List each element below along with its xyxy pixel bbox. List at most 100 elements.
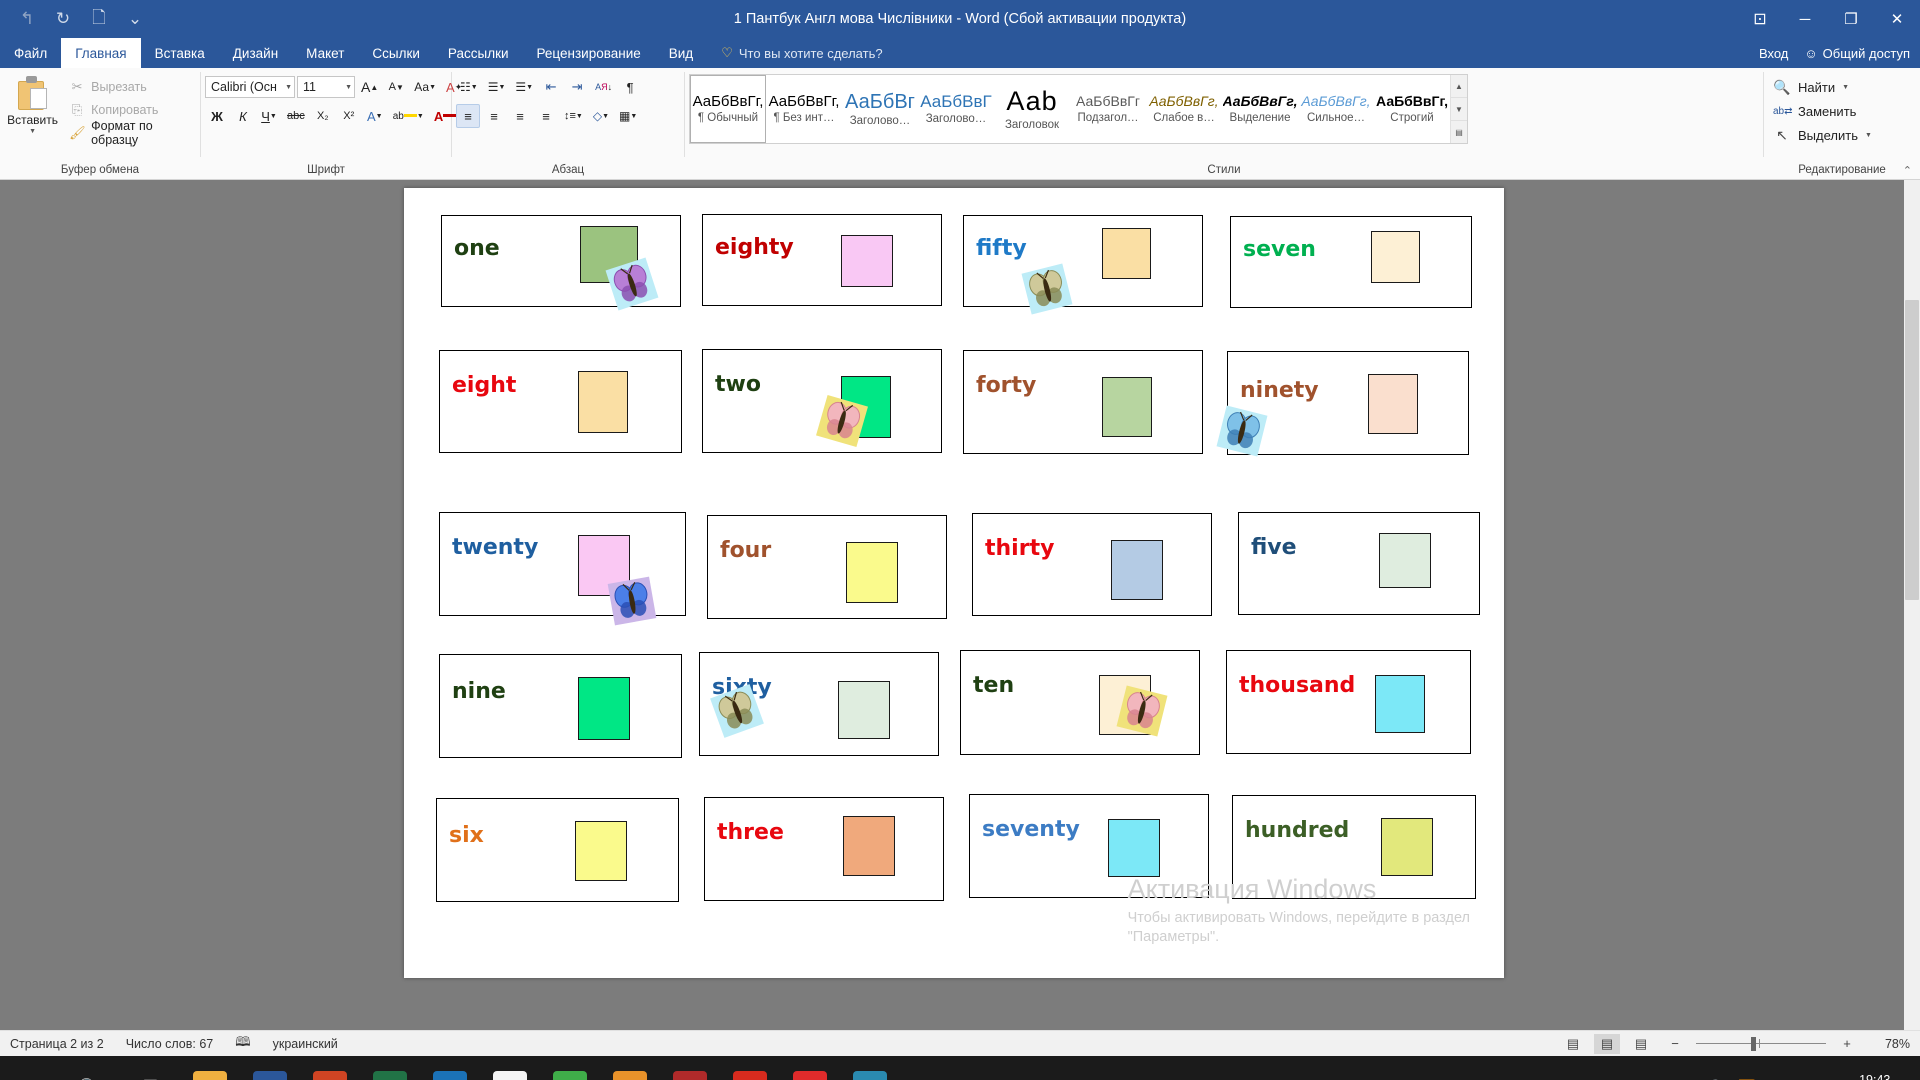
color-swatch[interactable] (843, 816, 895, 876)
zoom-slider-thumb[interactable] (1751, 1036, 1756, 1051)
taskbar-edge-legacy[interactable]: e (420, 1056, 480, 1080)
number-card[interactable]: seven (1230, 216, 1472, 308)
color-swatch[interactable] (846, 542, 898, 603)
butterfly-violet-icon[interactable] (605, 574, 658, 627)
bold-button[interactable]: Ж (205, 104, 229, 128)
style-item-1[interactable]: АаБбВвГг, ¶ Без инт… (766, 75, 842, 143)
increase-indent-button[interactable]: ⇥ (565, 75, 589, 99)
subscript-button[interactable]: X₂ (311, 104, 335, 128)
page-indicator[interactable]: Страница 2 из 2 (10, 1037, 104, 1051)
align-right-button[interactable]: ≡ (508, 104, 532, 128)
shrink-font-button[interactable]: A ▼ (384, 75, 408, 99)
color-swatch[interactable] (1375, 675, 1425, 733)
word-count[interactable]: Число слов: 67 (126, 1037, 214, 1051)
print-layout-button[interactable]: ▤ (1594, 1033, 1620, 1054)
clock[interactable]: 19:43 13.12.2023 (1843, 1072, 1906, 1080)
change-case-button[interactable]: Аа ▼ (410, 75, 440, 99)
ribbon-display-options-icon[interactable]: ⊡ (1738, 0, 1782, 38)
number-card[interactable]: five (1238, 512, 1480, 615)
tab-file[interactable]: Файл (0, 38, 62, 68)
scrollbar-thumb[interactable] (1905, 300, 1919, 600)
number-card[interactable]: four (707, 515, 947, 619)
style-item-8[interactable]: АаБбВвГг, Сильное… (1298, 75, 1374, 143)
share-button[interactable]: ☺ Общий доступ (1804, 46, 1910, 61)
style-item-2[interactable]: АаБбВг Заголово… (842, 75, 918, 143)
color-swatch[interactable] (1108, 819, 1160, 877)
select-button[interactable]: ↖ Выделить ▼ (1768, 124, 1877, 147)
copy-button[interactable]: ⎘ Копировать (65, 99, 196, 121)
cut-button[interactable]: ✂ Вырезать (65, 76, 196, 98)
proofing-errors-icon[interactable]: 🕮 (235, 1033, 250, 1055)
font-name-combo[interactable]: Calibri (Осн ▼ (205, 76, 295, 98)
text-highlight-color-button[interactable]: ab ▼ (389, 104, 428, 128)
style-item-9[interactable]: АаБбВвГг, Строгий (1374, 75, 1450, 143)
zoom-level[interactable]: 78% (1868, 1037, 1910, 1051)
color-swatch[interactable] (1111, 540, 1163, 600)
number-card[interactable]: six (436, 798, 679, 902)
shading-button[interactable]: ◇ ▼ (589, 104, 613, 128)
restore-button[interactable]: ❐ (1828, 0, 1874, 38)
tab-view[interactable]: Вид (655, 38, 707, 68)
undo-button[interactable]: ↰ (10, 4, 44, 34)
find-button[interactable]: 🔍 Найти ▼ (1768, 76, 1854, 99)
taskbar-powerpoint[interactable]: P (300, 1056, 360, 1080)
taskbar-pdf-reader[interactable]: P (660, 1056, 720, 1080)
color-swatch[interactable] (1379, 533, 1431, 588)
style-item-4[interactable]: Ааb Заголовок (994, 75, 1070, 143)
number-card[interactable]: thirty (972, 513, 1212, 616)
zoom-in-button[interactable]: + (1834, 1034, 1860, 1054)
taskbar-excel[interactable]: X (360, 1056, 420, 1080)
close-button[interactable]: ✕ (1874, 0, 1920, 38)
customize-qat-button[interactable]: ⌄ (118, 4, 152, 34)
chevron-down-icon[interactable]: ▼ (1842, 84, 1849, 91)
new-document-button[interactable]: 🗋 (82, 4, 116, 34)
taskbar-chrome[interactable]: ◉ (480, 1056, 540, 1080)
borders-button[interactable]: ▦ ▼ (615, 104, 641, 128)
style-item-0[interactable]: АаБбВвГг, ¶ Обычный (690, 75, 766, 143)
taskbar-word[interactable]: W (240, 1056, 300, 1080)
taskbar-unknown-app[interactable]: ◐ (840, 1056, 900, 1080)
superscript-button[interactable]: X² (337, 104, 361, 128)
style-item-5[interactable]: АаБбВвГг Подзагол… (1070, 75, 1146, 143)
tell-me-box[interactable]: ♡ Что вы хотите сделать? (707, 38, 882, 68)
color-swatch[interactable] (1102, 228, 1151, 279)
scroll-up-icon[interactable]: ▲ (1451, 75, 1467, 98)
taskbar-utorrent[interactable]: µ (540, 1056, 600, 1080)
number-card[interactable]: eighty (702, 214, 942, 306)
number-card[interactable]: thousand (1226, 650, 1471, 754)
replace-button[interactable]: ab⇄ Заменить (1768, 100, 1861, 123)
color-swatch[interactable] (578, 677, 630, 740)
color-swatch[interactable] (575, 821, 627, 881)
style-item-6[interactable]: АаБбВвГг, Слабое в… (1146, 75, 1222, 143)
number-card[interactable]: forty (963, 350, 1203, 454)
color-swatch[interactable] (578, 371, 628, 433)
collapse-ribbon-button[interactable]: ⌃ (1903, 164, 1912, 177)
grow-font-button[interactable]: A ▲ (357, 75, 382, 99)
color-swatch[interactable] (1381, 818, 1433, 876)
numbering-button[interactable]: ☰ ▼ (484, 75, 510, 99)
start-button[interactable]: ⊞ (0, 1056, 60, 1080)
italic-button[interactable]: К (231, 104, 255, 128)
web-layout-button[interactable]: ▤ (1628, 1034, 1654, 1054)
scroll-down-icon[interactable]: ▼ (1451, 98, 1467, 121)
more-styles-icon[interactable]: ▤ (1451, 121, 1467, 143)
zoom-slider[interactable] (1696, 1034, 1826, 1054)
taskbar-media-player[interactable]: ▶ (600, 1056, 660, 1080)
styles-gallery-scroll[interactable]: ▲ ▼ ▤ (1450, 75, 1467, 143)
document-page[interactable]: one eighty fifty seven eight two forty ninety tw… (404, 188, 1504, 978)
strikethrough-button[interactable]: abc (283, 104, 309, 128)
paste-button[interactable]: Вставить ▼ (4, 74, 61, 135)
minimize-button[interactable]: ─ (1782, 0, 1828, 38)
number-card[interactable]: eight (439, 350, 682, 453)
text-effects-button[interactable]: A ▼ (363, 104, 387, 128)
underline-button[interactable]: Ч ▼ (257, 104, 281, 128)
align-center-button[interactable]: ≡ (482, 104, 506, 128)
color-swatch[interactable] (1368, 374, 1418, 434)
tab-insert[interactable]: Вставка (141, 38, 219, 68)
read-mode-button[interactable]: ▤ (1560, 1034, 1586, 1054)
color-swatch[interactable] (838, 681, 890, 739)
tab-home[interactable]: Главная (61, 38, 141, 68)
sort-button[interactable]: А Я ↓ (591, 75, 616, 99)
paste-dropdown-icon[interactable]: ▼ (29, 128, 36, 135)
tab-design[interactable]: Дизайн (219, 38, 292, 68)
